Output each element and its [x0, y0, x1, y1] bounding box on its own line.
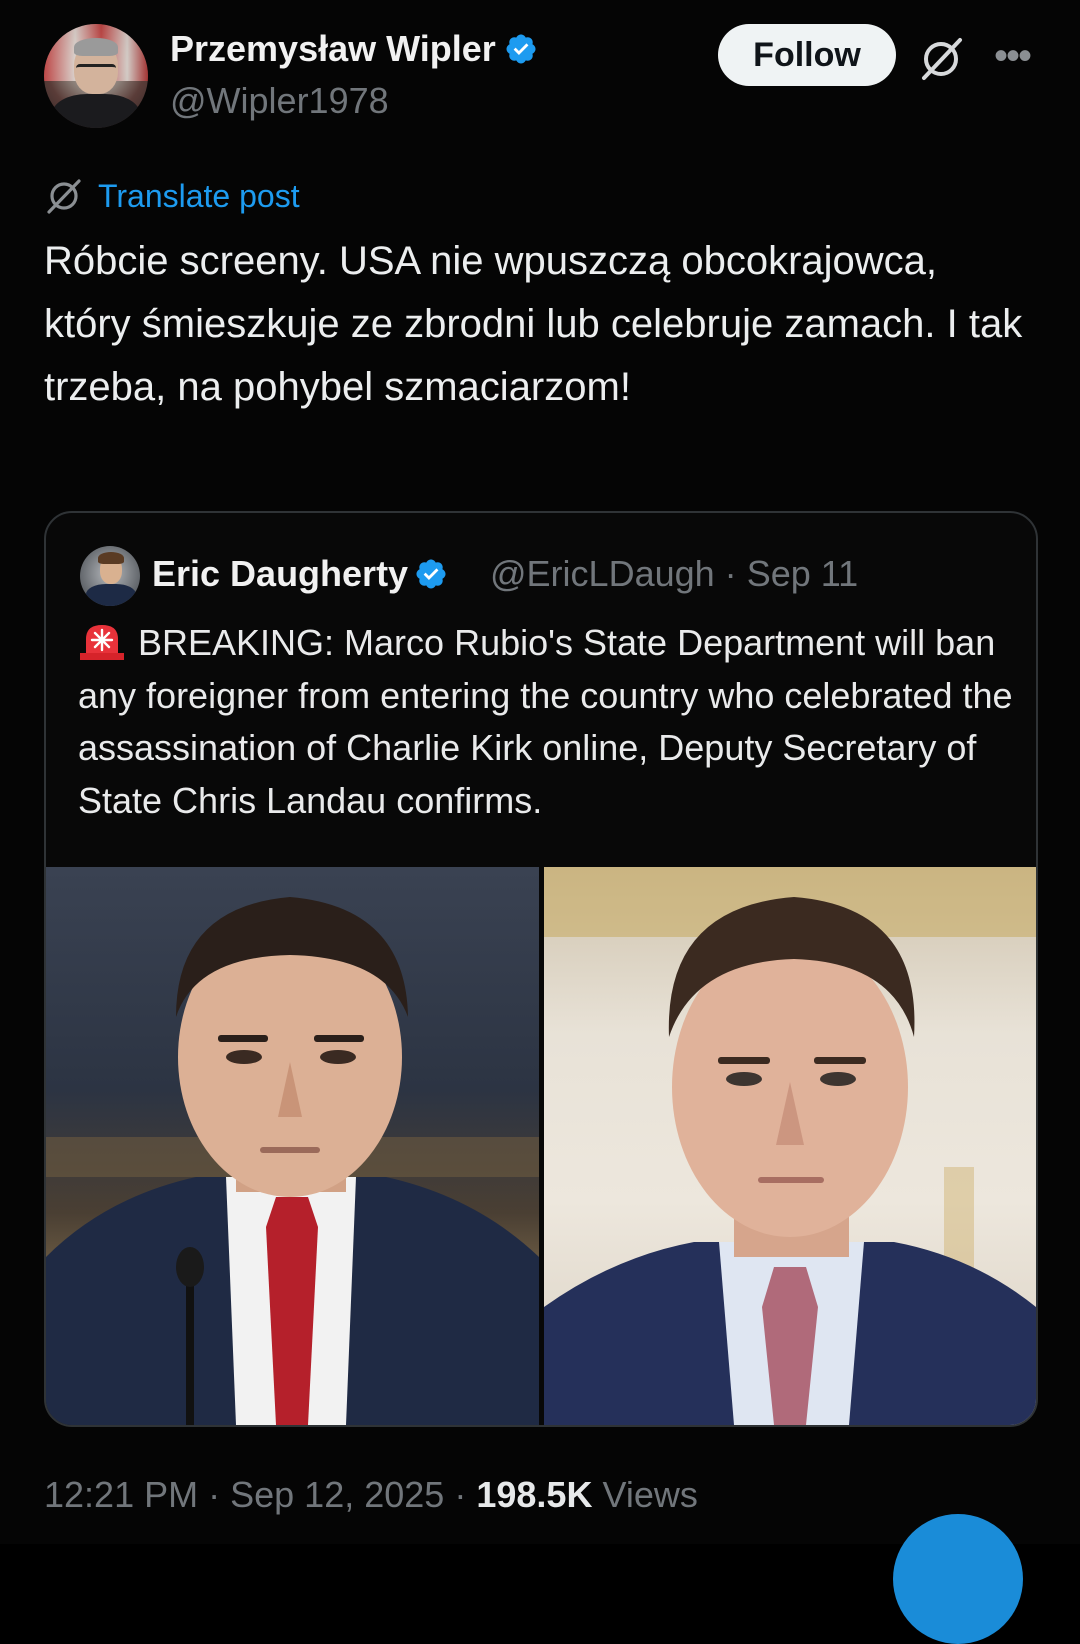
quoted-post-text: BREAKING: Marco Rubio's State Department…: [78, 622, 1013, 821]
portrait-illustration: [46, 897, 539, 1425]
portrait-illustration: [544, 867, 1036, 1425]
more-options-icon[interactable]: •••: [990, 36, 1034, 76]
quoted-post-media[interactable]: [46, 867, 1036, 1425]
police-siren-icon: [80, 625, 124, 660]
views-count[interactable]: 198.5K: [476, 1474, 592, 1515]
verified-badge-icon: [416, 559, 446, 589]
author-avatar[interactable]: [44, 24, 148, 128]
quoted-author-handle[interactable]: @EricLDaugh: [490, 553, 715, 594]
quoted-post-meta: @EricLDaugh · Sep 11: [490, 553, 858, 595]
translate-post-link[interactable]: Translate post: [44, 174, 300, 218]
quoted-author-avatar[interactable]: [80, 546, 140, 606]
quoted-author-display-name[interactable]: Eric Daugherty: [152, 553, 408, 594]
photo-marco-rubio[interactable]: [46, 867, 539, 1425]
verified-badge-icon: [506, 34, 536, 64]
grok-translate-icon: [47, 179, 81, 214]
meta-separator: ·: [724, 553, 737, 594]
meta-separator: ·: [208, 1474, 221, 1515]
grok-icon[interactable]: [916, 34, 966, 84]
views-label[interactable]: Views: [602, 1474, 697, 1515]
quoted-post-text-block: BREAKING: Marco Rubio's State Department…: [78, 617, 1018, 827]
author-handle[interactable]: @Wipler1978: [170, 80, 389, 122]
post-time[interactable]: 12:21 PM: [44, 1474, 198, 1515]
translate-post-label[interactable]: Translate post: [98, 178, 300, 215]
follow-button[interactable]: Follow: [718, 24, 896, 86]
photo-charlie-kirk[interactable]: [544, 867, 1036, 1425]
post-text: Róbcie screeny. USA nie wpuszczą obcokra…: [44, 239, 1034, 409]
author-display-name[interactable]: Przemysław Wipler: [170, 28, 496, 69]
quoted-post[interactable]: Eric Daugherty @EricLDaugh · Sep 11 BREA…: [44, 511, 1038, 1427]
post-date[interactable]: Sep 12, 2025: [230, 1474, 444, 1515]
quoted-post-date[interactable]: Sep 11: [747, 553, 858, 594]
quoted-author-name-row[interactable]: Eric Daugherty: [152, 553, 448, 595]
compose-fab-button[interactable]: [893, 1514, 1023, 1644]
meta-separator: ·: [454, 1474, 467, 1515]
post-meta-footer: 12:21 PM · Sep 12, 2025 · 198.5K Views: [44, 1474, 698, 1516]
post: Przemysław Wipler @Wipler1978 Follow •••…: [0, 0, 1080, 1644]
author-name-row[interactable]: Przemysław Wipler: [170, 28, 538, 70]
